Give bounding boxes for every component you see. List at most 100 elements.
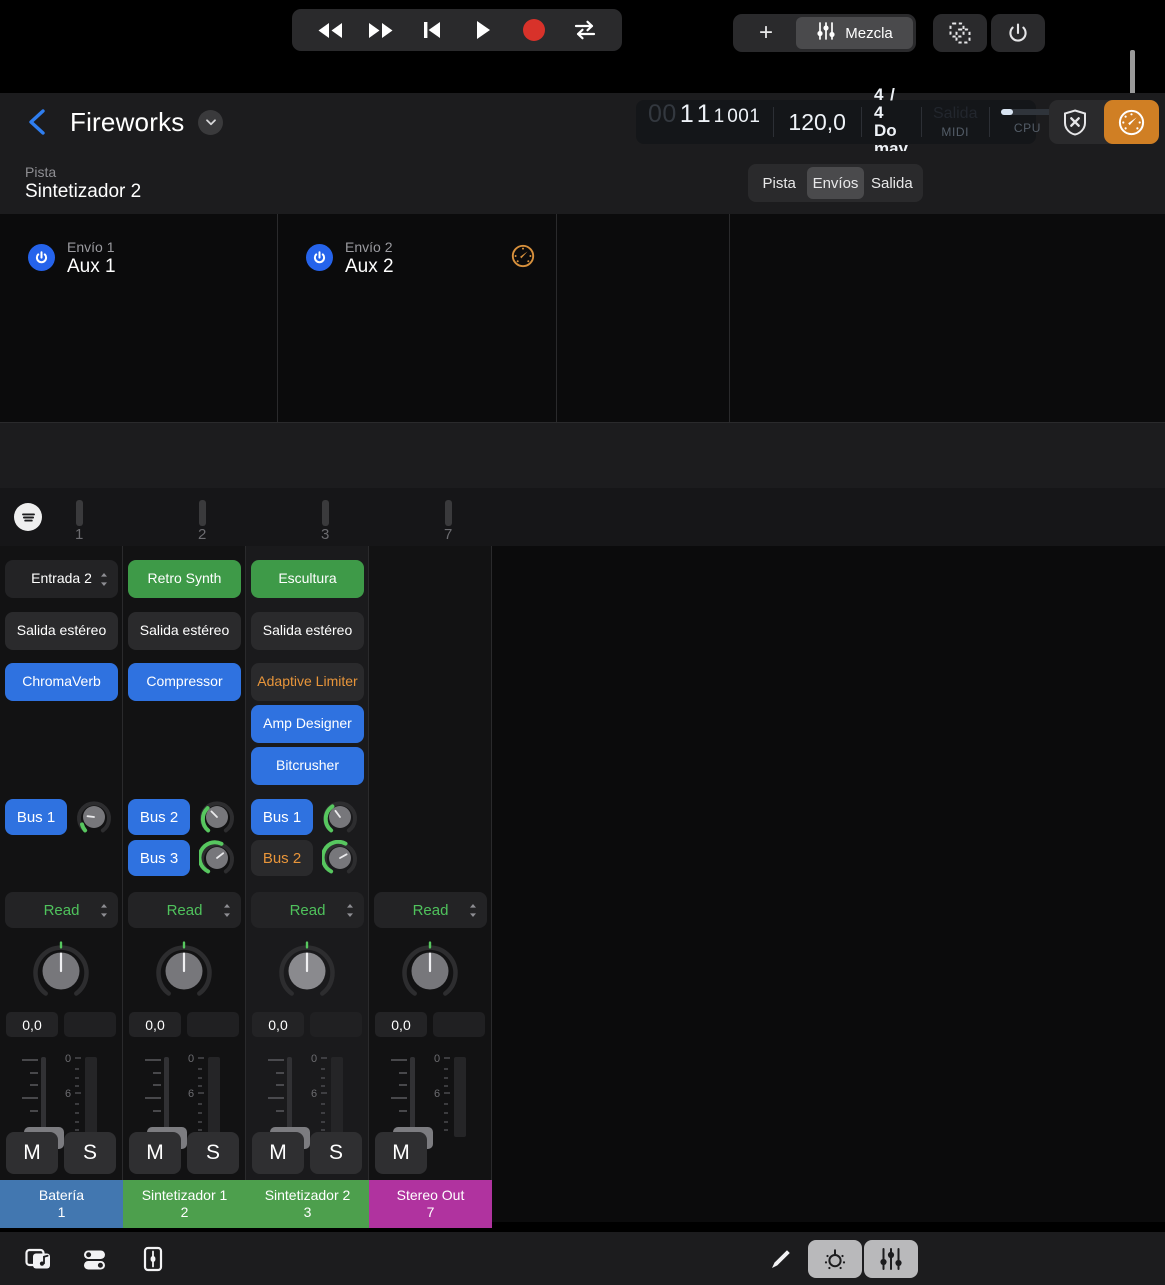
ruler-tick [445, 500, 452, 526]
chevron-down-icon[interactable] [198, 110, 223, 135]
send-level-knob[interactable] [199, 840, 235, 876]
power-button[interactable] [991, 14, 1045, 52]
send-bus-button[interactable]: Bus 2 [128, 799, 190, 835]
up-down-arrows-icon[interactable] [99, 572, 109, 587]
send-level-knob[interactable] [76, 799, 112, 835]
send-bus-button[interactable]: Bus 1 [5, 799, 67, 835]
track-name-bar[interactable]: Batería 1 [0, 1180, 123, 1228]
lcd-display[interactable]: 00 1 1 1 001 120,0 4 / 4 Do may Salida M… [636, 100, 1036, 144]
pencil-icon[interactable] [766, 1244, 796, 1274]
solo-button[interactable]: S [187, 1132, 239, 1174]
automation-mode-slot[interactable]: Read [251, 892, 364, 928]
solo-button[interactable]: S [310, 1132, 362, 1174]
back-button[interactable] [24, 107, 50, 137]
output-slot[interactable]: Salida estéreo [251, 612, 364, 650]
add-track-button[interactable]: + [736, 17, 796, 49]
send-bus-button[interactable]: Bus 3 [128, 840, 190, 876]
ruler-tick-label-4: 7 [444, 526, 452, 543]
up-down-arrows-icon[interactable] [468, 903, 478, 918]
instrument-slot[interactable]: Retro Synth [128, 560, 241, 598]
send-level-knob[interactable] [199, 799, 235, 835]
gauge-meter-button[interactable] [1104, 100, 1159, 144]
automation-mode-slot[interactable]: Read [128, 892, 241, 928]
pan-knob[interactable] [399, 940, 461, 1002]
send-bus-button[interactable]: Bus 2 [251, 840, 313, 876]
up-down-arrows-icon[interactable] [345, 903, 355, 918]
plugin-slot[interactable]: Bitcrusher [251, 747, 364, 785]
gauge-meter-icon[interactable] [511, 244, 535, 268]
loop-browser-icon[interactable] [24, 1244, 54, 1274]
list-filter-icon[interactable] [14, 503, 42, 531]
volume-value-field[interactable] [64, 1012, 116, 1037]
play-icon[interactable] [466, 15, 500, 45]
fader-track [41, 1057, 46, 1135]
volume-value-field[interactable] [187, 1012, 239, 1037]
send-power-icon[interactable] [28, 244, 55, 271]
input-slot[interactable]: Entrada 2 [5, 560, 118, 598]
pan-value-field[interactable]: 0,0 [129, 1012, 181, 1037]
channel-strip-3: Escultura Salida estéreo Adaptive Limite… [246, 546, 369, 1222]
up-down-arrows-icon[interactable] [222, 903, 232, 918]
pan-knob[interactable] [153, 940, 215, 1002]
cycle-loop-icon[interactable] [568, 15, 602, 45]
rewind-icon[interactable] [313, 15, 347, 45]
mute-button[interactable]: M [129, 1132, 181, 1174]
lcd-position-dim: 00 [648, 100, 677, 129]
pan-value-field[interactable]: 0,0 [252, 1012, 304, 1037]
pan-value-field[interactable]: 0,0 [6, 1012, 58, 1037]
lcd-signature-key[interactable]: 4 / 4 Do may [861, 100, 921, 144]
knob-control-button[interactable] [808, 1240, 862, 1278]
add-send-button[interactable]: + Envío 3 [1114, 214, 1165, 422]
pan-knob[interactable] [30, 940, 92, 1002]
plugin-slot[interactable]: Compressor [128, 663, 241, 701]
up-down-arrows-icon[interactable] [99, 903, 109, 918]
record-icon[interactable] [517, 15, 551, 45]
automation-mode-slot[interactable]: Read [5, 892, 118, 928]
volume-value-field[interactable] [433, 1012, 485, 1037]
solo-button[interactable]: S [64, 1132, 116, 1174]
plugin-slot[interactable]: Amp Designer [251, 705, 364, 743]
skip-to-start-icon[interactable] [415, 15, 449, 45]
pan-value-field[interactable]: 0,0 [375, 1012, 427, 1037]
mute-button[interactable]: M [375, 1132, 427, 1174]
track-name-bar[interactable]: Stereo Out 7 [369, 1180, 492, 1228]
mixer-sliders-button[interactable] [864, 1240, 918, 1278]
mezcla-button[interactable]: Mezcla [796, 17, 913, 49]
plugin-slot[interactable]: ChromaVerb [5, 663, 118, 701]
send-level-knob[interactable] [322, 840, 358, 876]
ruler-tick [322, 500, 329, 526]
tab-envios[interactable]: Envíos [807, 167, 863, 199]
fader-panel-icon[interactable] [138, 1244, 168, 1274]
automation-mode-slot[interactable]: Read [374, 892, 487, 928]
tab-salida[interactable]: Salida [864, 167, 920, 199]
track-number-label: 2 [181, 1204, 189, 1222]
lcd-tempo[interactable]: 120,0 [773, 100, 861, 144]
lcd-position[interactable]: 00 1 1 1 001 [636, 100, 773, 144]
shield-x-icon[interactable] [1049, 100, 1101, 144]
pan-knob[interactable] [276, 940, 338, 1002]
instrument-slot[interactable]: Escultura [251, 560, 364, 598]
send-bus-button[interactable]: Bus 1 [251, 799, 313, 835]
add-send-slot[interactable]: + Envío 3 [557, 214, 730, 422]
marquee-select-button[interactable] [933, 14, 987, 52]
settings-toggles-icon[interactable] [81, 1244, 111, 1274]
track-name-bar[interactable]: Sintetizador 2 3 [246, 1180, 369, 1228]
fast-forward-icon[interactable] [364, 15, 398, 45]
plugin-slot[interactable]: Adaptive Limiter [251, 663, 364, 701]
mute-button[interactable]: M [6, 1132, 58, 1174]
output-slot[interactable]: Salida estéreo [5, 612, 118, 650]
meter-scale: 0 6 [60, 1053, 86, 1137]
mixer-toolbar-left-group: + Mezcla [733, 14, 916, 52]
automation-mode-label: Read [413, 902, 449, 919]
lcd-position-bar: 1 [680, 100, 694, 129]
volume-value-field[interactable] [310, 1012, 362, 1037]
send-power-icon[interactable] [306, 244, 333, 271]
channel-strip-1: Entrada 2 Salida estéreo ChromaVerb Bus … [0, 546, 123, 1222]
output-slot[interactable]: Salida estéreo [128, 612, 241, 650]
tab-pista[interactable]: Pista [751, 167, 807, 199]
track-name-bar[interactable]: Sintetizador 1 2 [123, 1180, 246, 1228]
send-level-knob[interactable] [322, 799, 358, 835]
level-meter [85, 1057, 97, 1137]
mute-button[interactable]: M [252, 1132, 304, 1174]
lcd-midi[interactable]: Salida MIDI [921, 100, 989, 144]
